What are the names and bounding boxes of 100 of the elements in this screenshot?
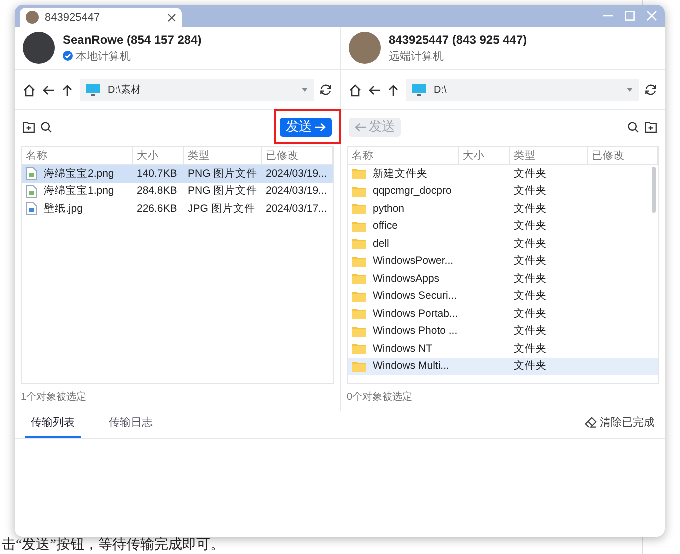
file-modified: 2024/03/19... bbox=[265, 168, 328, 180]
file-row[interactable]: 新建文件夹 文件夹 bbox=[348, 165, 658, 182]
file-row[interactable]: Windows Photo ... 文件夹 bbox=[348, 322, 658, 340]
file-size: 140.7KB bbox=[136, 168, 178, 180]
monitor-icon bbox=[412, 84, 426, 96]
file-name: 海绵宝宝2.png bbox=[44, 166, 114, 181]
file-type: 文件夹 bbox=[513, 342, 548, 356]
search-icon[interactable] bbox=[628, 122, 639, 132]
file-type: 文件夹 bbox=[513, 359, 548, 374]
file-name: qqpcmgr_docpro bbox=[373, 185, 452, 198]
selection-status: 0个对象被选定 bbox=[346, 390, 414, 405]
home-icon[interactable] bbox=[349, 84, 362, 96]
column-header[interactable]: 类型 bbox=[510, 147, 588, 164]
folder-icon bbox=[352, 308, 366, 320]
arrow-icon bbox=[315, 122, 326, 132]
refresh-icon[interactable] bbox=[645, 84, 657, 96]
file-name: Windows Photo ... bbox=[373, 325, 458, 338]
up-arrow-icon[interactable] bbox=[61, 84, 74, 96]
file-type: 文件夹 bbox=[513, 306, 548, 321]
file-type: 文件夹 bbox=[513, 272, 548, 286]
folder-icon bbox=[352, 343, 366, 354]
file-row[interactable]: Windows NT 文件夹 bbox=[348, 340, 658, 358]
transfer-tab[interactable]: 传输日志 bbox=[103, 414, 159, 438]
folder-icon bbox=[352, 168, 366, 180]
file-type: JPG 图片文件 bbox=[187, 202, 256, 216]
monitor-icon bbox=[86, 84, 100, 96]
file-type: 文件夹 bbox=[513, 166, 548, 181]
file-row[interactable]: 壁纸.jpg 226.6KB JPG 图片文件 2024/03/17... bbox=[22, 200, 333, 218]
new-folder-icon[interactable] bbox=[645, 122, 657, 132]
eraser-icon bbox=[585, 417, 597, 428]
file-name: python bbox=[373, 202, 405, 215]
column-header[interactable]: 已修改 bbox=[588, 147, 658, 164]
file-row[interactable]: 海绵宝宝2.png 140.7KB PNG 图片文件 2024/03/19... bbox=[22, 165, 333, 182]
file-name: Windows Multi... bbox=[373, 360, 450, 372]
scrollbar-thumb[interactable] bbox=[652, 167, 656, 213]
file-row[interactable]: dell 文件夹 bbox=[348, 235, 658, 252]
file-row[interactable]: qqpcmgr_docpro 文件夹 bbox=[348, 182, 658, 200]
column-header[interactable]: 已修改 bbox=[262, 147, 333, 164]
path-field[interactable]: D:\素材 bbox=[80, 79, 314, 101]
column-header[interactable]: 大小 bbox=[133, 147, 184, 164]
path-field[interactable]: D:\ bbox=[406, 79, 639, 101]
file-type: 文件夹 bbox=[513, 289, 548, 304]
home-icon[interactable] bbox=[23, 84, 36, 96]
dropdown-caret-icon bbox=[627, 88, 633, 92]
column-header[interactable]: 名称 bbox=[348, 147, 459, 164]
file-row[interactable]: Windows Portab... 文件夹 bbox=[348, 305, 658, 322]
folder-icon bbox=[352, 220, 366, 232]
file-row[interactable]: python 文件夹 bbox=[348, 200, 658, 218]
image-file-icon bbox=[26, 167, 37, 180]
file-row[interactable]: WindowsPower... 文件夹 bbox=[348, 252, 658, 270]
file-name: 新建文件夹 bbox=[373, 166, 428, 181]
session-tab[interactable]: 843925447 bbox=[20, 8, 182, 27]
back-arrow-icon[interactable] bbox=[42, 84, 55, 96]
close-icon[interactable] bbox=[168, 14, 176, 22]
file-name: Windows Portab... bbox=[373, 308, 458, 320]
file-type: PNG 图片文件 bbox=[187, 184, 259, 198]
file-type: 文件夹 bbox=[513, 236, 548, 251]
file-name: WindowsPower... bbox=[373, 255, 454, 268]
computer-name: 843925447 (843 925 447) bbox=[389, 32, 528, 46]
file-name: dell bbox=[373, 238, 390, 250]
file-name: 海绵宝宝1.png bbox=[44, 184, 114, 198]
back-arrow-icon[interactable] bbox=[368, 84, 381, 96]
file-type: 文件夹 bbox=[513, 202, 548, 216]
file-row[interactable]: 海绵宝宝1.png 284.8KB PNG 图片文件 2024/03/19... bbox=[22, 182, 333, 200]
search-icon[interactable] bbox=[41, 122, 52, 132]
folder-icon bbox=[352, 360, 366, 372]
send-button[interactable]: 发送 bbox=[280, 118, 332, 136]
folder-icon bbox=[352, 326, 366, 337]
document-text: 击“发送”按钮，等待传输完成即可。 bbox=[2, 536, 224, 554]
dropdown-caret-icon bbox=[302, 88, 308, 92]
avatar bbox=[349, 32, 381, 64]
new-folder-icon[interactable] bbox=[23, 122, 35, 132]
file-name: office bbox=[373, 220, 398, 232]
folder-icon bbox=[352, 256, 366, 267]
computer-name: SeanRowe (854 157 284) bbox=[63, 32, 202, 46]
column-header[interactable]: 类型 bbox=[184, 147, 262, 164]
file-name: Windows Securi... bbox=[373, 290, 458, 302]
file-row[interactable]: Windows Securi... 文件夹 bbox=[348, 288, 658, 305]
file-name: Windows NT bbox=[373, 342, 433, 355]
transfer-tab[interactable]: 传输列表 bbox=[25, 414, 81, 438]
folder-icon bbox=[352, 186, 366, 197]
column-header[interactable]: 大小 bbox=[459, 147, 510, 164]
avatar bbox=[26, 11, 39, 24]
file-row[interactable]: office 文件夹 bbox=[348, 218, 658, 235]
arrow-icon bbox=[355, 122, 366, 132]
folder-icon bbox=[352, 238, 366, 250]
file-size: 284.8KB bbox=[136, 185, 178, 198]
file-modified: 2024/03/17... bbox=[265, 202, 328, 215]
computer-role: 本地计算机 bbox=[76, 50, 131, 64]
refresh-icon[interactable] bbox=[320, 84, 332, 96]
column-header[interactable]: 名称 bbox=[22, 147, 133, 164]
clear-completed-button[interactable]: 清除已完成 bbox=[585, 415, 655, 438]
image-file-icon bbox=[26, 202, 37, 216]
file-row[interactable]: Windows Multi... 文件夹 bbox=[348, 358, 658, 375]
file-size: 226.6KB bbox=[136, 202, 178, 215]
file-type: 文件夹 bbox=[513, 254, 548, 268]
file-row[interactable]: WindowsApps 文件夹 bbox=[348, 270, 658, 288]
up-arrow-icon[interactable] bbox=[387, 84, 400, 96]
avatar bbox=[23, 32, 55, 64]
file-modified: 2024/03/19... bbox=[265, 185, 328, 198]
